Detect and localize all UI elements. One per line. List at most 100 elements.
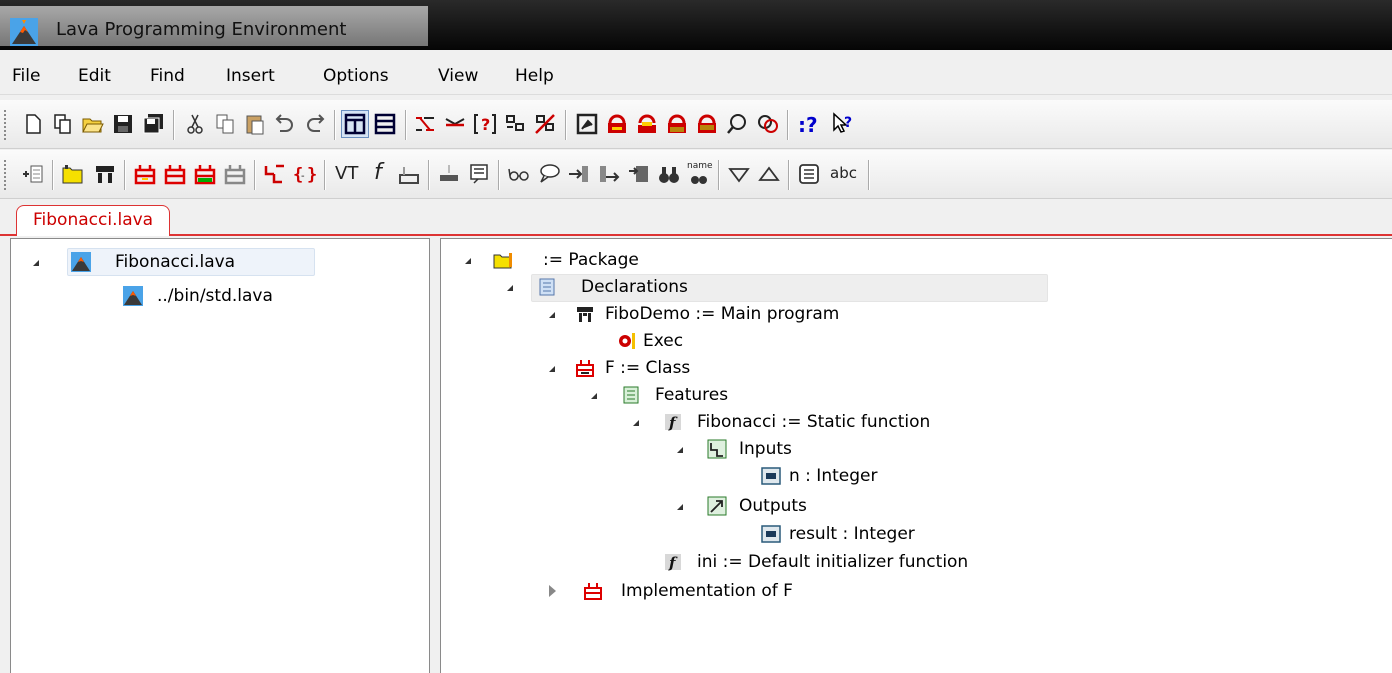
error-tree-icon[interactable] [532, 111, 558, 137]
arrow-in-icon[interactable] [566, 161, 592, 187]
toolbar-separator [428, 160, 430, 190]
file-tab-row: Fibonacci.lava [0, 200, 1392, 236]
class-red-icon[interactable] [132, 161, 158, 187]
split-vertical-icon[interactable] [341, 110, 369, 138]
collapse-icon[interactable] [591, 393, 597, 399]
cut-icon[interactable] [182, 111, 208, 137]
unlock-yellow-icon[interactable] [634, 111, 660, 137]
toolbar-separator [173, 110, 175, 140]
tree-node-class-f[interactable]: F := Class [441, 355, 1341, 381]
braces-icon[interactable]: {} - [292, 161, 318, 187]
declaration-tree-pane[interactable]: := Package Declarations FiboDemo := Main… [440, 238, 1392, 673]
exec-gear-icon [617, 331, 637, 351]
menu-insert[interactable]: Insert [226, 66, 275, 86]
window-title: Lava Programming Environment [56, 19, 347, 40]
whats-this-icon[interactable]: :? [796, 111, 822, 137]
collapse-icon[interactable] [633, 420, 639, 426]
collapse-icon[interactable] [507, 285, 513, 291]
new-document-icon[interactable] [20, 111, 46, 137]
tree-icon[interactable] [502, 111, 528, 137]
tree-node-exec[interactable]: Exec [441, 328, 1341, 354]
tree-node-package[interactable]: := Package [441, 247, 1341, 273]
pane-splitter[interactable] [431, 238, 439, 672]
toolbar-separator [324, 160, 326, 190]
toolbar-grip[interactable] [4, 110, 9, 140]
tree-node-ini-function[interactable]: f ini := Default initializer function [441, 549, 1341, 575]
expand-icon[interactable] [549, 585, 556, 597]
collapse-icon[interactable] [549, 312, 555, 318]
glasses-icon[interactable] [506, 161, 532, 187]
svg-text:-: - [301, 171, 305, 182]
paste-icon[interactable] [242, 111, 268, 137]
comment-icon[interactable] [466, 161, 492, 187]
menu-view[interactable]: View [438, 66, 478, 86]
inputs-icon[interactable] [262, 161, 288, 187]
frame-icon[interactable] [574, 111, 600, 137]
undo-icon[interactable] [272, 111, 298, 137]
tree-node-label: Declarations [581, 277, 688, 297]
tree-node-n-integer[interactable]: n : Integer [441, 463, 1341, 489]
document-arrow-icon[interactable] [626, 161, 652, 187]
class-green-icon[interactable] [192, 161, 218, 187]
tree-node-result-integer[interactable]: result : Integer [441, 521, 1341, 547]
menu-help[interactable]: Help [515, 66, 554, 86]
open-folder-icon[interactable] [80, 111, 106, 137]
tab-fibonacci-lava[interactable]: Fibonacci.lava [16, 205, 171, 236]
search-icon[interactable] [724, 111, 750, 137]
binoculars-icon[interactable] [656, 161, 682, 187]
menu-edit[interactable]: Edit [78, 66, 111, 86]
speech-icon[interactable] [536, 161, 562, 187]
error-red-alt-icon[interactable] [694, 111, 720, 137]
initializer-icon[interactable] [396, 161, 422, 187]
help-pointer-icon[interactable]: ? [830, 111, 856, 137]
arrow-out-icon[interactable] [596, 161, 622, 187]
redo-icon[interactable] [302, 111, 328, 137]
insert-line-icon[interactable] [20, 161, 46, 187]
error-red-icon[interactable] [664, 111, 690, 137]
keyboard-icon[interactable] [796, 161, 822, 187]
class-red-alt-icon[interactable] [162, 161, 188, 187]
abc-text-icon[interactable]: abc [828, 161, 862, 187]
tree-node-inputs[interactable]: Inputs [441, 436, 1341, 462]
save-all-icon[interactable] [140, 111, 166, 137]
menu-options[interactable]: Options [323, 66, 389, 86]
triangle-down-icon[interactable] [726, 161, 752, 187]
triangle-up-icon[interactable] [756, 161, 782, 187]
collapse-icon[interactable] [677, 447, 683, 453]
menu-file[interactable]: File [12, 66, 40, 86]
collapse-icon[interactable] [549, 366, 555, 372]
name-binoculars-icon[interactable]: name [686, 161, 713, 187]
collapse-icon[interactable] [33, 260, 39, 266]
tree-item-label: Fibonacci.lava [115, 252, 236, 272]
jump-icon[interactable] [442, 111, 468, 137]
tree-item-std-lava[interactable]: ../bin/std.lava [11, 283, 411, 309]
inputs-icon [707, 439, 727, 459]
lock-yellow-icon[interactable] [604, 111, 630, 137]
tree-node-declarations[interactable]: Declarations [441, 274, 1341, 300]
collapse-icon[interactable] [465, 258, 471, 264]
main-program-icon[interactable] [92, 161, 118, 187]
function-icon[interactable]: f [366, 160, 392, 187]
package-icon[interactable] [60, 161, 86, 187]
member-gray-icon[interactable] [436, 161, 462, 187]
vt-text-icon[interactable]: VT [332, 161, 362, 187]
tree-node-fibodemo[interactable]: FiboDemo := Main program [441, 301, 1341, 327]
tree-node-implementation-f[interactable]: Implementation of F [441, 578, 1341, 604]
collapse-icon[interactable] [677, 504, 683, 510]
save-icon[interactable] [110, 111, 136, 137]
tree-item-fibonacci-lava[interactable]: Fibonacci.lava [11, 249, 411, 275]
copy-icon[interactable] [212, 111, 238, 137]
toolbar-grip[interactable] [4, 160, 9, 190]
variable-icon [761, 466, 781, 486]
tree-node-outputs[interactable]: Outputs [441, 493, 1341, 519]
split-horizontal-icon[interactable] [372, 111, 398, 137]
tree-node-features[interactable]: Features [441, 382, 1341, 408]
menu-find[interactable]: Find [150, 66, 185, 86]
class-gray-icon[interactable] [222, 161, 248, 187]
copy-document-icon[interactable] [50, 111, 76, 137]
declaration-icon[interactable] [412, 111, 438, 137]
help-bracket-icon[interactable]: ? [472, 111, 498, 137]
project-tree-pane[interactable]: Fibonacci.lava ../bin/std.lava [10, 238, 430, 673]
tree-node-fibonacci-function[interactable]: f Fibonacci := Static function [441, 409, 1341, 435]
find-all-icon[interactable] [754, 111, 780, 137]
